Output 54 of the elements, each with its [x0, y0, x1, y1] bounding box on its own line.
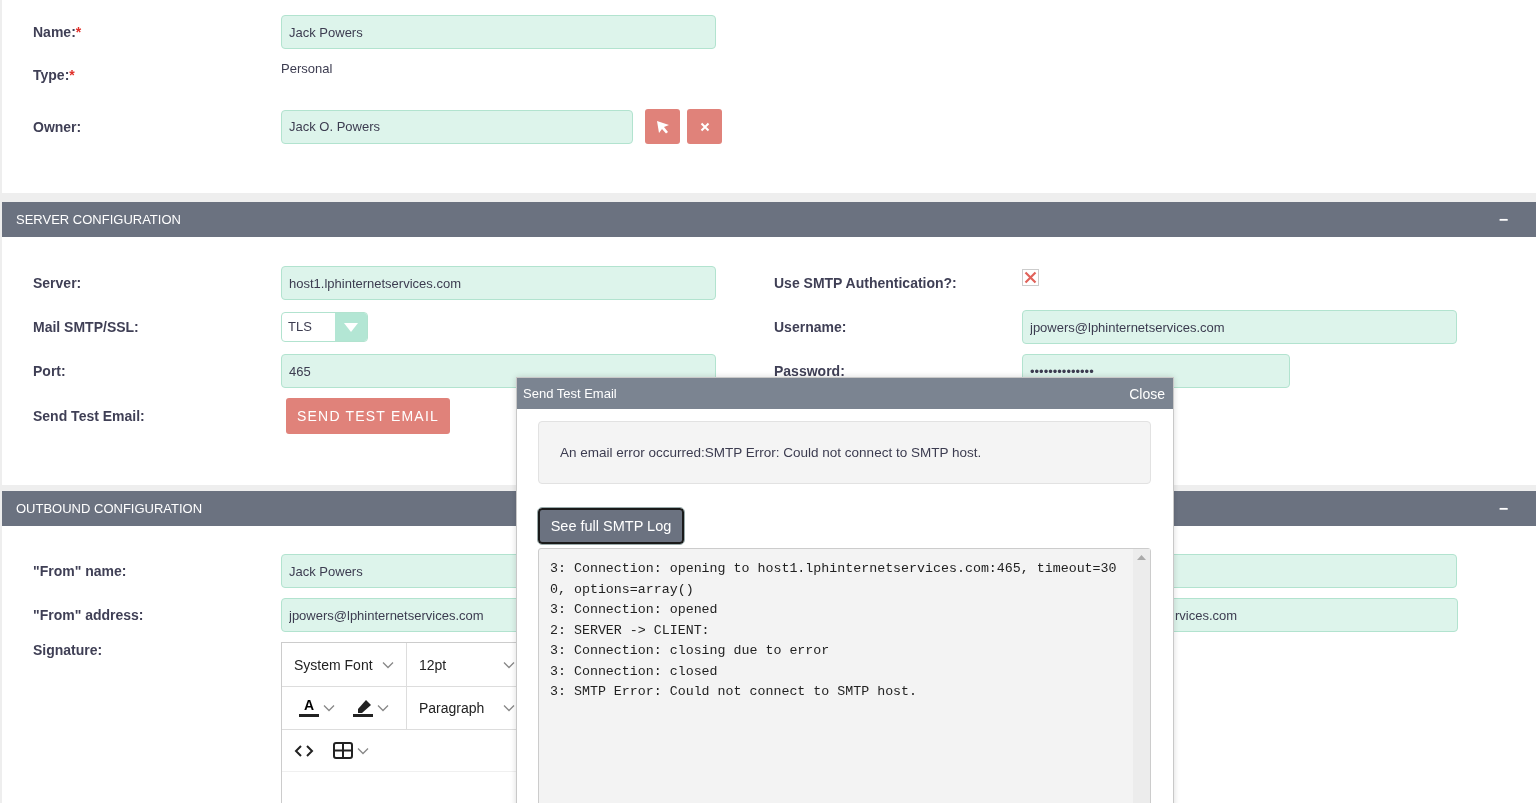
field-label: Password:: [774, 363, 846, 379]
field-label: Name:*: [33, 24, 83, 40]
field-label: Port:: [33, 363, 67, 379]
caret-icon: [377, 704, 389, 712]
collapse-toggle[interactable]: −: [1498, 499, 1508, 518]
error-message: An email error occurred:SMTP Error: Could not connect to SMTP host.: [560, 445, 982, 460]
input-field[interactable]: Jack O. Powers: [281, 109, 633, 144]
paragraph-dropdown[interactable]: Paragraph: [407, 687, 527, 729]
log-line: 3: Connection: closed: [550, 662, 719, 681]
caret-icon: [382, 660, 394, 669]
field-label: Owner:: [33, 118, 83, 135]
caret-icon: [357, 746, 369, 755]
input-field[interactable]: host1.lphinternetservices.com: [281, 266, 716, 300]
checkbox[interactable]: [1022, 268, 1039, 286]
section-title: SERVER CONFIGURATION: [16, 212, 181, 227]
field-label: Send Test Email:: [33, 408, 146, 424]
field-label: Type:*: [33, 66, 76, 83]
dialog-title: Send Test Email: [523, 386, 617, 401]
input-field[interactable]: jpowers@lphinternetservices.com: [1022, 310, 1457, 344]
font-size-dropdown[interactable]: 12pt: [407, 643, 527, 686]
close-button[interactable]: Close: [1129, 385, 1165, 402]
caret-icon: [503, 660, 515, 669]
required-mark: *: [75, 24, 82, 40]
field-label: "From" address:: [33, 607, 145, 623]
log-line: 3: Connection: closing due to error: [550, 642, 831, 660]
collapse-toggle[interactable]: −: [1498, 210, 1508, 229]
field-label: Username:: [774, 319, 848, 335]
smtp-log-button[interactable]: See full SMTP Log: [538, 508, 684, 544]
field-label: "From" name:: [33, 563, 128, 579]
cursor-arrow-icon: [655, 119, 670, 134]
log-line: 3: Connection: opened: [550, 601, 719, 619]
caret-icon: [323, 704, 335, 712]
field-label: Use SMTP Authentication?:: [774, 275, 958, 291]
field-label: Server:: [33, 275, 83, 291]
required-mark: *: [69, 67, 75, 83]
dropdown-arrow-icon: [344, 322, 358, 332]
code-icon[interactable]: [294, 744, 314, 757]
field-label: Signature:: [33, 642, 104, 658]
table-icon: [333, 742, 353, 759]
font-family-dropdown[interactable]: System Font: [282, 643, 407, 686]
field-label: Mail SMTP/SSL:: [33, 319, 140, 335]
input-field[interactable]: Jack Powers: [281, 15, 716, 49]
section-title: OUTBOUND CONFIGURATION: [16, 501, 203, 516]
field-value: Personal: [281, 60, 333, 76]
scroll-up-icon[interactable]: [1137, 555, 1146, 560]
log-line: 3: SMTP Error: Could not connect to SMTP host.: [550, 683, 919, 701]
select-field[interactable]: TLS: [281, 312, 368, 342]
cross-icon: [1024, 270, 1037, 284]
marker-icon: [353, 699, 373, 717]
text-color-button[interactable]: A: [294, 699, 340, 717]
close-icon: [699, 121, 710, 132]
select-button[interactable]: [645, 109, 680, 144]
clear-button[interactable]: [687, 109, 722, 144]
caret-icon: [503, 704, 515, 712]
